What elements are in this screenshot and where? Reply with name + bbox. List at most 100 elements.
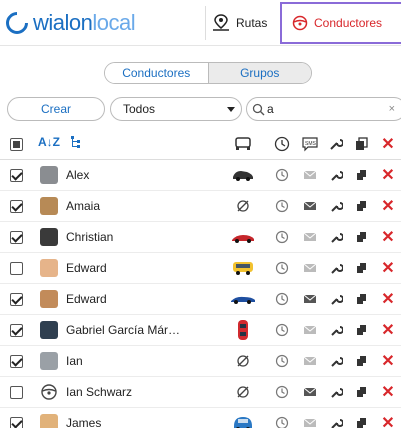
copy-icon[interactable] [352, 382, 372, 402]
unit-icon[interactable] [230, 320, 256, 340]
driver-name[interactable]: Ian [66, 354, 83, 368]
wrench-icon[interactable] [326, 351, 346, 371]
wrench-icon[interactable] [326, 196, 346, 216]
unit-icon[interactable] [230, 289, 256, 309]
clock-icon[interactable] [272, 165, 292, 185]
row-checkbox[interactable] [10, 200, 23, 213]
row-checkbox[interactable] [10, 293, 23, 306]
copy-icon[interactable] [352, 196, 372, 216]
envelope-icon[interactable] [300, 165, 320, 185]
copy-icon[interactable] [352, 413, 372, 428]
driver-name[interactable]: Edward [66, 292, 107, 306]
switch-grupos[interactable]: Grupos [208, 63, 311, 83]
unit-icon[interactable] [230, 165, 256, 185]
select-all-checkbox[interactable] [10, 138, 23, 151]
row-checkbox[interactable] [10, 169, 23, 182]
sort-alpha-icon[interactable]: A↓Z [38, 135, 60, 149]
delete-icon[interactable]: ✕ [378, 320, 398, 340]
no-unit-icon[interactable] [230, 196, 256, 216]
copy-icon[interactable] [352, 351, 372, 371]
clock-icon[interactable] [272, 258, 292, 278]
clock-icon[interactable] [272, 351, 292, 371]
row-checkbox[interactable] [10, 386, 23, 399]
delete-icon[interactable]: ✕ [378, 382, 398, 402]
envelope-icon[interactable] [300, 320, 320, 340]
delete-icon[interactable]: ✕ [378, 227, 398, 247]
table-row[interactable]: Gabriel García Már… ✕ [0, 315, 401, 346]
clock-icon[interactable] [272, 227, 292, 247]
wrench-icon[interactable] [326, 258, 346, 278]
filter-select[interactable]: Todos [110, 97, 242, 121]
wialon-local-logo[interactable]: wialonlocal [1, 7, 136, 39]
switch-conductores[interactable]: Conductores [105, 63, 209, 83]
envelope-icon[interactable] [300, 382, 320, 402]
driver-name[interactable]: Gabriel García Már… [66, 323, 180, 337]
tab-rutas[interactable]: Rutas [212, 14, 267, 32]
envelope-icon[interactable] [300, 258, 320, 278]
copy-icon[interactable] [352, 227, 372, 247]
search-input[interactable]: a × [246, 97, 401, 121]
delete-icon[interactable]: ✕ [378, 289, 398, 309]
copy-icon[interactable] [352, 320, 372, 340]
clock-icon[interactable] [272, 413, 292, 428]
unit-icon[interactable] [230, 258, 256, 278]
row-checkbox[interactable] [10, 262, 23, 275]
sms-column-icon[interactable]: SMS [300, 134, 320, 154]
wrench-icon[interactable] [326, 165, 346, 185]
envelope-icon[interactable] [300, 227, 320, 247]
clear-search-icon[interactable]: × [389, 98, 395, 120]
envelope-icon[interactable] [300, 196, 320, 216]
wrench-column-icon[interactable] [326, 134, 346, 154]
create-button[interactable]: Crear [7, 97, 105, 121]
table-row[interactable]: Edward ✕ [0, 253, 401, 284]
driver-name[interactable]: Amaia [66, 199, 100, 213]
wrench-icon[interactable] [326, 227, 346, 247]
delete-column-icon[interactable]: ✕ [378, 134, 398, 154]
table-row[interactable]: Alex ✕ [0, 160, 401, 191]
clock-icon[interactable] [272, 320, 292, 340]
wrench-icon[interactable] [326, 320, 346, 340]
clock-icon[interactable] [272, 196, 292, 216]
clock-column-icon[interactable] [272, 134, 292, 154]
envelope-icon[interactable] [300, 413, 320, 428]
driver-name[interactable]: James [66, 416, 101, 428]
unit-icon[interactable] [230, 413, 256, 428]
wrench-icon[interactable] [326, 289, 346, 309]
unit-column-icon[interactable] [230, 134, 256, 154]
delete-icon[interactable]: ✕ [378, 413, 398, 428]
driver-name[interactable]: Ian Schwarz [66, 385, 132, 399]
row-checkbox[interactable] [10, 417, 23, 428]
clock-icon[interactable] [272, 382, 292, 402]
table-row[interactable]: Edward ✕ [0, 284, 401, 315]
no-unit-icon[interactable] [230, 382, 256, 402]
table-row[interactable]: James ✕ [0, 408, 401, 428]
driver-name[interactable]: Alex [66, 168, 89, 182]
clock-icon[interactable] [272, 289, 292, 309]
row-checkbox[interactable] [10, 231, 23, 244]
tree-view-icon[interactable] [70, 135, 86, 149]
wrench-icon[interactable] [326, 382, 346, 402]
table-row[interactable]: Amaia ✕ [0, 191, 401, 222]
envelope-icon[interactable] [300, 351, 320, 371]
delete-icon[interactable]: ✕ [378, 351, 398, 371]
table-row[interactable]: Ian ✕ [0, 346, 401, 377]
envelope-icon[interactable] [300, 289, 320, 309]
tab-conductores[interactable]: Conductores [280, 2, 401, 44]
copy-icon[interactable] [352, 289, 372, 309]
driver-name[interactable]: Edward [66, 261, 107, 275]
wrench-icon[interactable] [326, 413, 346, 428]
table-row[interactable]: Ian Schwarz ✕ [0, 377, 401, 408]
driver-name[interactable]: Christian [66, 230, 113, 244]
row-checkbox[interactable] [10, 324, 23, 337]
row-checkbox[interactable] [10, 355, 23, 368]
view-switcher: Conductores Grupos [104, 62, 312, 84]
delete-icon[interactable]: ✕ [378, 196, 398, 216]
delete-icon[interactable]: ✕ [378, 165, 398, 185]
copy-column-icon[interactable] [352, 134, 372, 154]
copy-icon[interactable] [352, 258, 372, 278]
no-unit-icon[interactable] [230, 351, 256, 371]
copy-icon[interactable] [352, 165, 372, 185]
unit-icon[interactable] [230, 227, 256, 247]
table-row[interactable]: Christian ✕ [0, 222, 401, 253]
delete-icon[interactable]: ✕ [378, 258, 398, 278]
